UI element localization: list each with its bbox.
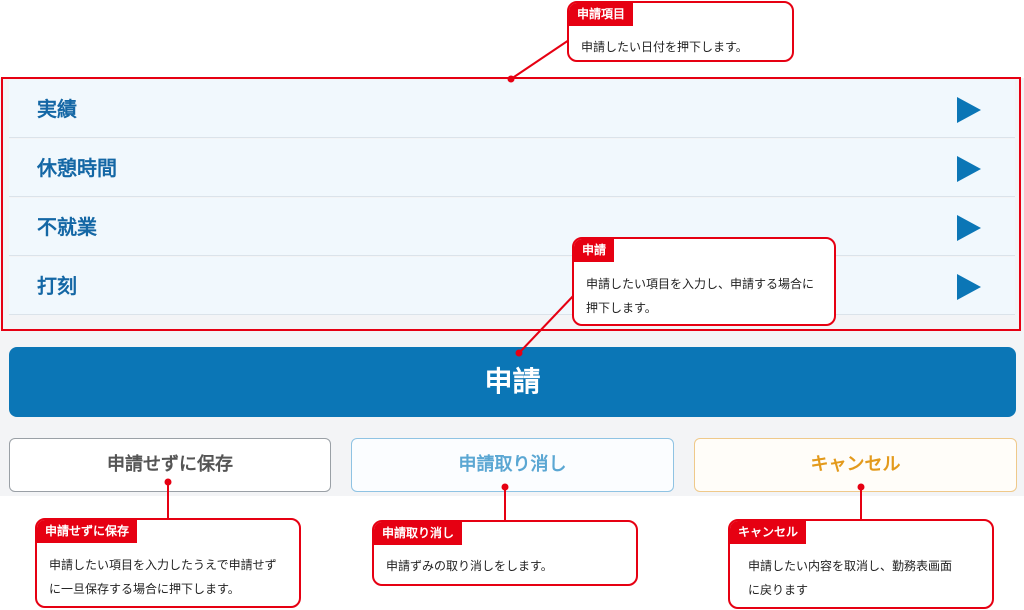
callout-tag: 申請せずに保存 bbox=[37, 520, 138, 543]
callout-withdraw: 申請取り消し 申請ずみの取り消しをします。 bbox=[372, 520, 638, 586]
items-highlight-frame bbox=[1, 77, 1021, 331]
callout-text: 申請したい項目を入力したうえで申請せずに一旦保存する場合に押下します。 bbox=[49, 558, 277, 596]
withdraw-application-button[interactable]: 申請取り消し bbox=[351, 438, 674, 492]
callout-tag: 申請 bbox=[574, 239, 615, 262]
callout-tag: キャンセル bbox=[730, 521, 807, 544]
callout-apply: 申請 申請したい項目を入力し、申請する場合に押下します。 bbox=[572, 237, 836, 326]
save-without-apply-button[interactable]: 申請せずに保存 bbox=[9, 438, 331, 492]
callout-tag: 申請項目 bbox=[569, 3, 634, 26]
callout-cancel: キャンセル 申請したい内容を取消し、勤務表画面に戻ります bbox=[728, 519, 994, 609]
apply-button[interactable]: 申請 bbox=[9, 347, 1016, 417]
callout-text: 申請ずみの取り消しをします。 bbox=[386, 559, 553, 573]
callout-text: 申請したい内容を取消し、勤務表画面に戻ります bbox=[748, 559, 953, 597]
callout-save: 申請せずに保存 申請したい項目を入力したうえで申請せずに一旦保存する場合に押下し… bbox=[35, 518, 301, 608]
callout-tag: 申請取り消し bbox=[374, 522, 463, 545]
callout-items: 申請項目 申請したい日付を押下します。 bbox=[567, 1, 794, 62]
callout-text: 申請したい日付を押下します。 bbox=[581, 40, 748, 54]
cancel-button[interactable]: キャンセル bbox=[694, 438, 1017, 492]
callout-text: 申請したい項目を入力し、申請する場合に押下します。 bbox=[586, 277, 815, 315]
